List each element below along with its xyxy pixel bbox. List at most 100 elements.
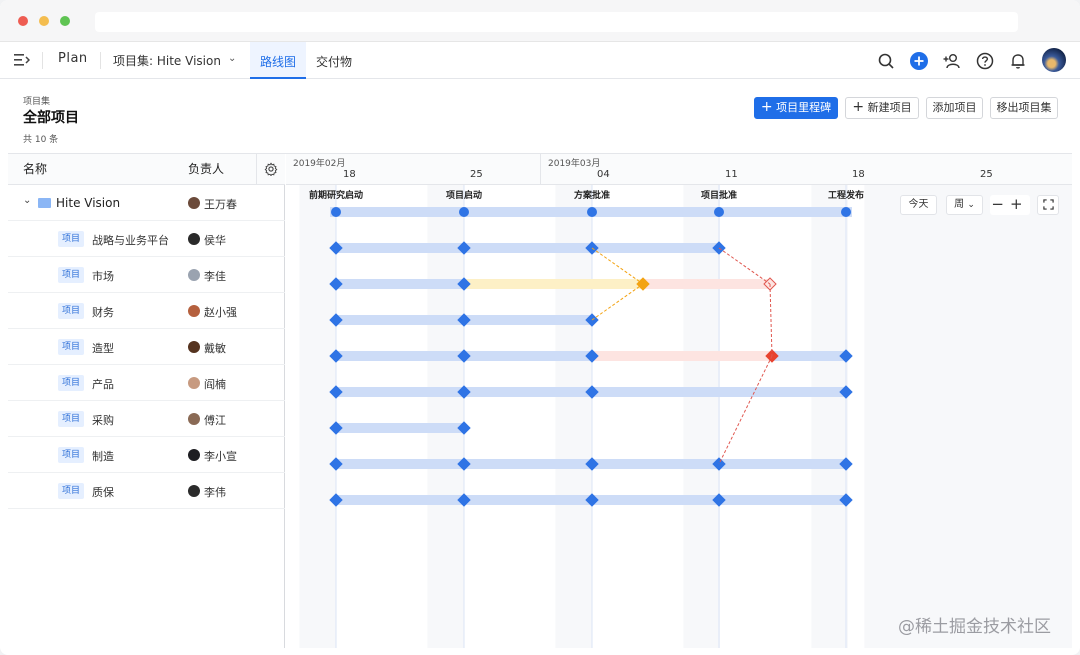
project-tag: 项目 bbox=[58, 483, 85, 499]
list-item[interactable]: 项目 制造 李小宣 bbox=[8, 437, 285, 473]
breadcrumb[interactable]: 项目集 bbox=[23, 94, 50, 107]
plus-icon: + bbox=[852, 99, 865, 115]
dependency-line bbox=[718, 355, 773, 465]
project-tag: 项目 bbox=[58, 303, 85, 319]
list-item[interactable]: 项目 造型 戴敏 bbox=[8, 329, 285, 365]
owner-name: 傅江 bbox=[204, 414, 226, 427]
project-tag: 项目 bbox=[58, 339, 85, 355]
app-name[interactable]: Plan bbox=[58, 51, 88, 66]
project-name: 战略与业务平台 bbox=[92, 234, 169, 247]
roadmap-table: 名称 负责人 ⌄ Hite Vision 王万春 项目 战略与业务平台 侯华 项目 市场… bbox=[8, 153, 1072, 648]
milestone-dot bbox=[841, 207, 851, 217]
minimize-window-button[interactable] bbox=[39, 16, 49, 26]
bell-icon[interactable] bbox=[1008, 51, 1028, 71]
project-name: 财务 bbox=[92, 306, 114, 319]
new-project-button[interactable]: + 新建项目 bbox=[845, 97, 919, 119]
milestone-dot bbox=[459, 207, 469, 217]
future-band bbox=[864, 185, 1072, 648]
overdue-bar bbox=[643, 279, 770, 289]
weekend-band bbox=[427, 185, 464, 648]
close-window-button[interactable] bbox=[18, 16, 28, 26]
month-divider bbox=[540, 154, 541, 185]
list-item[interactable]: 项目 质保 李伟 bbox=[8, 473, 285, 509]
list-item[interactable]: 项目 财务 赵小强 bbox=[8, 293, 285, 329]
project-list-pane: 名称 负责人 ⌄ Hite Vision 王万春 项目 战略与业务平台 侯华 项目 市场… bbox=[8, 154, 285, 648]
owner-name: 侯华 bbox=[204, 234, 226, 247]
new-project-label: 新建项目 bbox=[867, 101, 912, 114]
col-name-header[interactable]: 名称 bbox=[23, 154, 47, 185]
search-icon[interactable] bbox=[876, 51, 896, 71]
list-item[interactable]: 项目 产品 阎楠 bbox=[8, 365, 285, 401]
chevron-down-icon[interactable]: ⌄ bbox=[228, 53, 236, 64]
menu-collapse-icon[interactable] bbox=[14, 53, 30, 67]
list-header: 名称 负责人 bbox=[8, 154, 285, 185]
month-label: 2019年02月 bbox=[293, 159, 346, 169]
help-icon[interactable] bbox=[975, 51, 995, 71]
zoom-controls: −+ bbox=[990, 195, 1030, 215]
project-name: 市场 bbox=[92, 270, 114, 283]
owner-name: 王万春 bbox=[204, 198, 237, 211]
gantt-chart: 2019年02月 2019年03月 18 25 04 11 18 25 前期研究… bbox=[286, 154, 1072, 648]
project-name: 采购 bbox=[92, 414, 114, 427]
list-item[interactable]: 项目 战略与业务平台 侯华 bbox=[8, 221, 285, 257]
plus-icon: + bbox=[760, 99, 773, 115]
tab-roadmap[interactable]: 路线图 bbox=[250, 42, 306, 79]
dependency-line bbox=[591, 283, 644, 321]
scale-label: 周 bbox=[954, 199, 965, 210]
tab-deliverables[interactable]: 交付物 bbox=[306, 42, 362, 79]
title-bar bbox=[0, 0, 1080, 42]
project-name: 产品 bbox=[92, 378, 114, 391]
list-item[interactable]: 项目 采购 傅江 bbox=[8, 401, 285, 437]
nav-divider bbox=[100, 52, 101, 69]
timeline-bar bbox=[336, 423, 464, 433]
add-milestone-label: 项目里程碑 bbox=[776, 101, 832, 114]
dependency-line bbox=[718, 247, 771, 285]
milestone-label: 前期研究启动 bbox=[309, 189, 363, 201]
add-milestone-button[interactable]: + 项目里程碑 bbox=[754, 97, 838, 119]
zoom-out-icon[interactable]: − bbox=[991, 195, 1010, 213]
watermark-text: @稀土掘金技术社区 bbox=[898, 617, 1051, 637]
avatar bbox=[188, 413, 200, 425]
timeline-bar bbox=[772, 351, 846, 361]
day-label: 25 bbox=[470, 169, 483, 180]
weekend-band bbox=[811, 185, 848, 648]
day-label: 04 bbox=[597, 169, 610, 180]
fullscreen-button[interactable] bbox=[1037, 195, 1059, 215]
col-owner-header[interactable]: 负责人 bbox=[188, 154, 224, 185]
month-label: 2019年03月 bbox=[548, 159, 601, 169]
scale-selector[interactable]: 周 ⌄ bbox=[946, 195, 983, 215]
timeline-bar bbox=[336, 243, 719, 253]
nav-divider bbox=[42, 52, 43, 69]
project-name: 造型 bbox=[92, 342, 114, 355]
folder-icon bbox=[38, 198, 51, 208]
add-project-button[interactable]: 添加项目 bbox=[926, 97, 983, 119]
expand-icon bbox=[1042, 199, 1054, 210]
add-member-icon[interactable] bbox=[942, 51, 962, 71]
top-nav: Plan 项目集: Hite Vision ⌄ 路线图 交付物 bbox=[0, 42, 1080, 79]
address-bar[interactable] bbox=[95, 12, 1018, 32]
maximize-window-button[interactable] bbox=[60, 16, 70, 26]
app-window: Plan 项目集: Hite Vision ⌄ 路线图 交付物 项目集 全部项目… bbox=[0, 0, 1080, 655]
owner-name: 赵小强 bbox=[204, 306, 237, 319]
chevron-down-icon[interactable]: ⌄ bbox=[23, 195, 31, 206]
avatar bbox=[188, 305, 200, 317]
zoom-in-icon[interactable]: + bbox=[1010, 195, 1029, 213]
avatar bbox=[188, 197, 200, 209]
today-button[interactable]: 今天 bbox=[900, 195, 937, 215]
project-set-selector[interactable]: 项目集: Hite Vision bbox=[113, 52, 221, 69]
overdue-bar bbox=[592, 351, 772, 361]
add-icon[interactable] bbox=[909, 51, 929, 71]
column-settings-button[interactable] bbox=[256, 154, 285, 185]
list-item[interactable]: 项目 市场 李佳 bbox=[8, 257, 285, 293]
day-label: 11 bbox=[725, 169, 738, 180]
remove-from-set-button[interactable]: 移出项目集 bbox=[990, 97, 1058, 119]
project-tag: 项目 bbox=[58, 375, 85, 391]
avatar[interactable] bbox=[1042, 48, 1066, 72]
list-item-group[interactable]: ⌄ Hite Vision 王万春 bbox=[8, 185, 285, 221]
avatar bbox=[188, 449, 200, 461]
project-name: 质保 bbox=[92, 486, 114, 499]
project-tag: 项目 bbox=[58, 231, 85, 247]
gantt-canvas[interactable]: 前期研究启动 项目启动 方案批准 项目批准 工程发布 bbox=[286, 185, 1072, 648]
chevron-down-icon: ⌄ bbox=[967, 200, 975, 210]
avatar bbox=[188, 269, 200, 281]
